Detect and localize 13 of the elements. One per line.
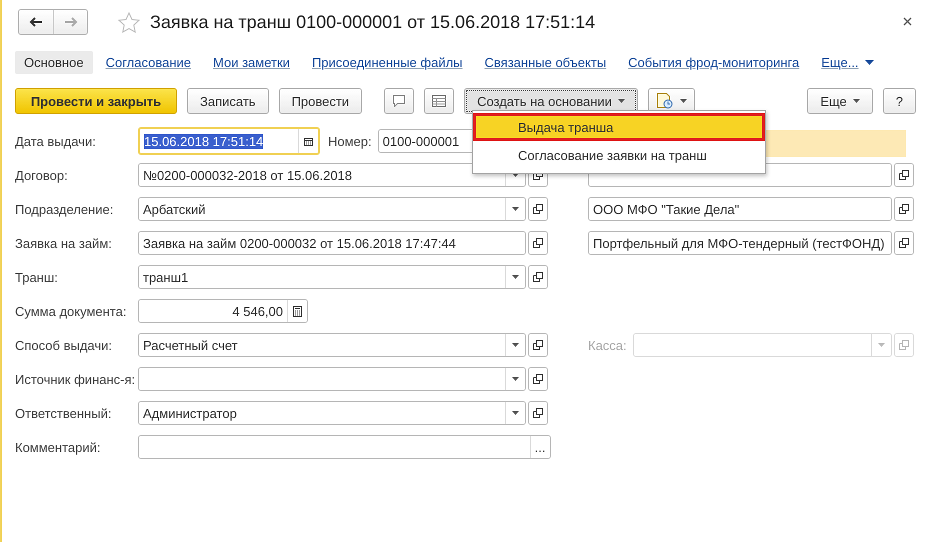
field-label: Сумма документа: xyxy=(15,304,128,318)
field-label: Комментарий: xyxy=(15,440,102,454)
field-label: Договор: xyxy=(15,168,69,182)
field-label: Заявка на займ: xyxy=(15,236,113,250)
field-label: Ответственный: xyxy=(15,406,112,420)
field-label: Дата выдачи: xyxy=(15,134,97,148)
field-label: Способ выдачи: xyxy=(15,338,114,352)
field-label: Номер: xyxy=(328,134,372,148)
field-label: Подразделение: xyxy=(15,202,114,216)
window-title: Заявка на транш 0100-000001 от 15.06.2018 17:51:14 xyxy=(150,12,596,32)
field-label: Транш: xyxy=(15,270,59,284)
field-label: Касса: xyxy=(588,338,627,352)
field-label: Источник финанс-я: xyxy=(15,372,136,386)
